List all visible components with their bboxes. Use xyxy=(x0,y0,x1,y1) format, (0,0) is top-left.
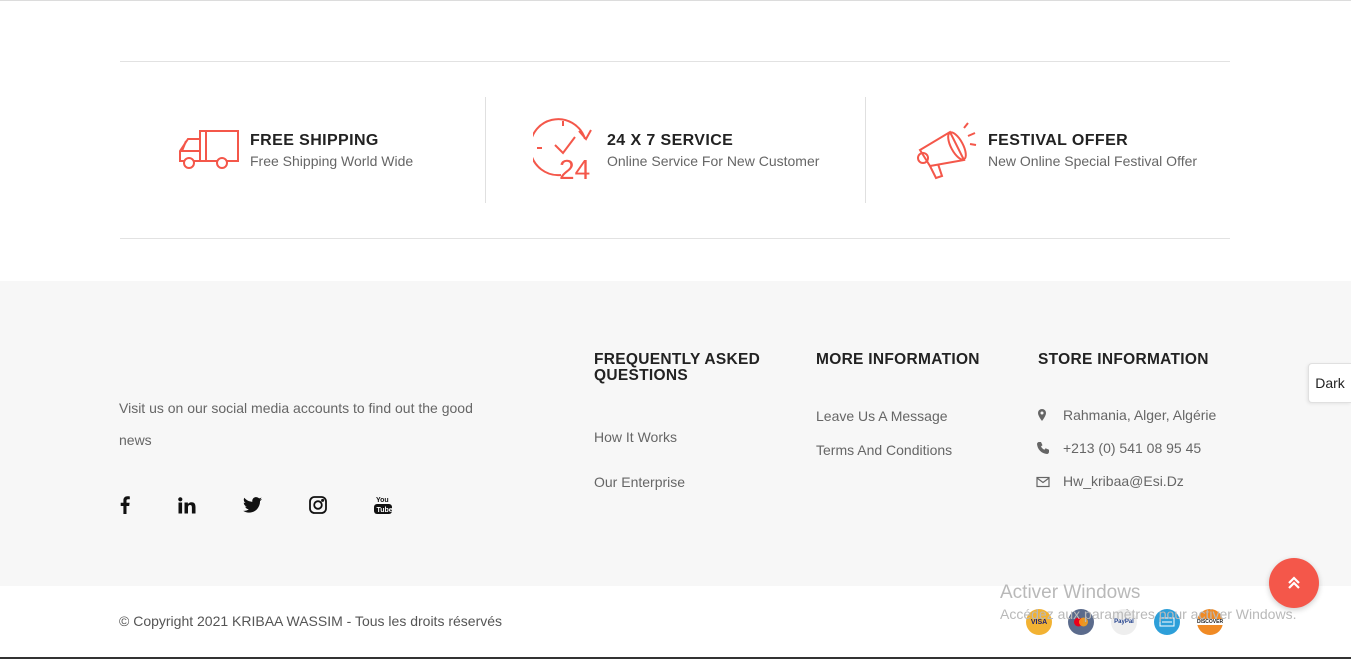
youtube-icon[interactable]: You Tube xyxy=(371,493,395,517)
feature-24x7-service: 24 24 X 7 SERVICE Online Service For New… xyxy=(533,115,833,185)
double-chevron-up-icon xyxy=(1288,576,1300,589)
map-marker-icon xyxy=(1038,409,1046,421)
vertical-separator xyxy=(865,97,866,203)
store-info-title: STORE INFORMATION xyxy=(1038,351,1209,368)
twitter-icon[interactable] xyxy=(240,493,264,517)
feature-free-shipping: FREE SHIPPING Free Shipping World Wide xyxy=(176,115,476,185)
feature-title: FREE SHIPPING xyxy=(250,132,379,149)
footer-main: Visit us on our social media accounts to… xyxy=(0,281,1351,586)
facebook-icon[interactable] xyxy=(113,493,137,517)
about-text: Visit us on our social media accounts to… xyxy=(119,400,473,448)
svg-text:24: 24 xyxy=(559,154,590,183)
divider-bottom xyxy=(120,238,1230,239)
link-how-it-works[interactable]: How It Works xyxy=(594,429,677,445)
svg-text:Tube: Tube xyxy=(377,507,393,514)
phone-icon xyxy=(1037,442,1049,454)
svg-text:You: You xyxy=(376,497,389,504)
vertical-separator xyxy=(485,97,486,203)
clock-24-icon: 24 xyxy=(533,118,592,183)
feature-festival-offer: FESTIVAL OFFER New Online Special Festiv… xyxy=(914,115,1214,185)
feature-subtitle: New Online Special Festival Offer xyxy=(988,153,1198,169)
link-leave-message[interactable]: Leave Us A Message xyxy=(816,408,948,424)
feature-title: 24 X 7 SERVICE xyxy=(607,132,734,149)
store-email[interactable]: Hw_kribaa@Esi.Dz xyxy=(1063,473,1184,489)
link-our-enterprise[interactable]: Our Enterprise xyxy=(594,474,685,490)
envelope-icon xyxy=(1036,476,1050,488)
scroll-to-top-button[interactable] xyxy=(1269,558,1319,608)
linkedin-icon[interactable] xyxy=(175,493,199,517)
windows-watermark-text: Accédez aux paramètres pour activer Wind… xyxy=(1000,606,1297,622)
divider-top xyxy=(120,61,1230,62)
top-border xyxy=(0,0,1351,1)
windows-watermark-title: Activer Windows xyxy=(1000,582,1141,603)
feature-title: FESTIVAL OFFER xyxy=(988,132,1129,149)
more-info-title: MORE INFORMATION xyxy=(816,351,980,368)
feature-subtitle: Free Shipping World Wide xyxy=(250,153,414,169)
store-address: Rahmania, Alger, Algérie xyxy=(1063,407,1217,423)
dark-mode-toggle[interactable]: Dark xyxy=(1308,363,1351,403)
feature-subtitle: Online Service For New Customer xyxy=(607,153,820,169)
store-phone: +213 (0) 541 08 95 45 xyxy=(1063,440,1202,456)
faq-title: FREQUENTLY ASKED QUESTIONS xyxy=(594,351,761,384)
instagram-icon[interactable] xyxy=(306,493,330,517)
copyright-text: © Copyright 2021 KRIBAA WASSIM - Tous le… xyxy=(119,613,503,629)
truck-icon xyxy=(179,130,239,169)
link-terms[interactable]: Terms And Conditions xyxy=(816,442,952,458)
megaphone-icon xyxy=(917,122,977,180)
